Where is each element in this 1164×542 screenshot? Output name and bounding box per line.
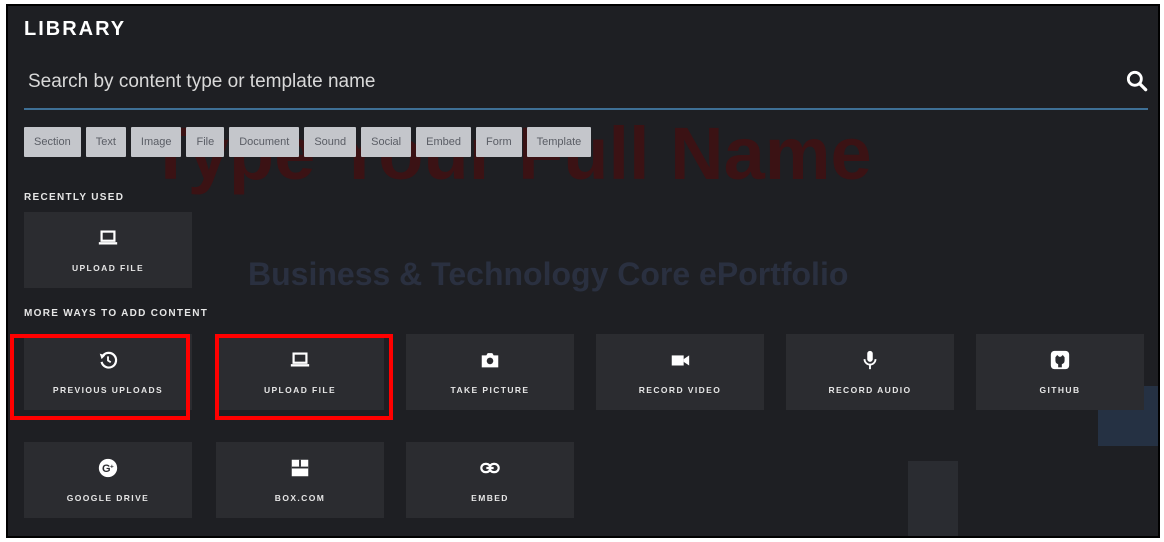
background-page-subtitle: Business & Technology Core ePortfolio: [248, 256, 849, 292]
content-type-filters: Section Text Image File Document Sound S…: [24, 127, 592, 157]
tile-label: GITHUB: [1039, 385, 1081, 395]
filter-chip-template[interactable]: Template: [526, 127, 592, 157]
tile-label: GOOGLE DRIVE: [66, 493, 150, 503]
filter-chip-embed[interactable]: Embed: [416, 127, 471, 157]
filter-chip-image[interactable]: Image: [130, 127, 182, 157]
laptop-icon: [98, 230, 118, 245]
recently-used-heading: RECENTLY USED: [24, 192, 125, 203]
video-icon: [671, 355, 690, 366]
tile-label: RECORD VIDEO: [638, 385, 722, 395]
svg-text:+: +: [110, 463, 114, 470]
take-picture-tile[interactable]: TAKE PICTURE: [406, 334, 574, 410]
search-icon[interactable]: [1124, 68, 1150, 94]
microphone-icon: [863, 350, 877, 370]
library-title: LIBRARY: [24, 18, 127, 40]
filter-chip-file[interactable]: File: [186, 127, 225, 157]
tile-label: RECORD AUDIO: [828, 385, 912, 395]
filter-chip-document[interactable]: Document: [229, 127, 300, 157]
box-com-tile[interactable]: BOX.COM: [216, 442, 384, 518]
link-icon: [480, 462, 500, 474]
github-tile[interactable]: GITHUB: [976, 334, 1144, 410]
filter-chip-text[interactable]: Text: [85, 127, 126, 157]
filter-chip-form[interactable]: Form: [475, 127, 522, 157]
record-video-tile[interactable]: RECORD VIDEO: [596, 334, 764, 410]
tile-label: TAKE PICTURE: [450, 385, 530, 395]
search-bar: [24, 58, 1148, 110]
highlight-box: [215, 334, 393, 420]
google-drive-tile[interactable]: G + GOOGLE DRIVE: [24, 442, 192, 518]
record-audio-tile[interactable]: RECORD AUDIO: [786, 334, 954, 410]
tile-label: EMBED: [471, 493, 509, 503]
embed-tile[interactable]: EMBED: [406, 442, 574, 518]
github-icon: [1050, 350, 1070, 370]
more-ways-heading: MORE WAYS TO ADD CONTENT: [24, 308, 209, 319]
recent-upload-file-tile[interactable]: UPLOAD FILE: [24, 212, 192, 288]
box-icon: [291, 459, 309, 477]
google-plus-icon: G +: [98, 458, 118, 478]
filter-chip-sound[interactable]: Sound: [304, 127, 357, 157]
filter-chip-social[interactable]: Social: [361, 127, 412, 157]
search-input[interactable]: [28, 66, 1098, 98]
library-panel: Type Your Full Name Business & Technolog…: [6, 4, 1160, 538]
camera-icon: [481, 353, 499, 368]
highlight-box: [10, 334, 190, 420]
tile-label: UPLOAD FILE: [71, 263, 145, 273]
background-decoration: [908, 461, 958, 536]
filter-chip-section[interactable]: Section: [24, 127, 81, 157]
tile-label: BOX.COM: [274, 493, 326, 503]
